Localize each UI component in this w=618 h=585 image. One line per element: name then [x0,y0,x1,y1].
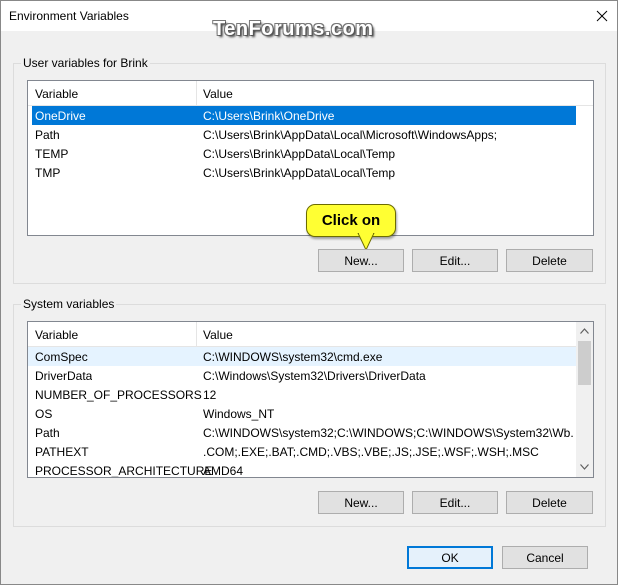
system-delete-button[interactable]: Delete [506,491,593,514]
scrollbar-thumb[interactable] [578,341,591,385]
callout-text: Click on [321,212,381,229]
variable-value: Windows_NT [203,407,275,421]
column-header-value[interactable]: Value [203,328,233,342]
table-row[interactable]: PROCESSOR_ARCHITECTURE AMD64 [28,461,576,478]
variable-name: Path [35,426,60,440]
button-label: Delete [532,253,567,268]
variable-name: ComSpec [35,350,88,364]
table-row[interactable]: TEMP C:\Users\Brink\AppData\Local\Temp [28,144,588,163]
table-row[interactable]: PATHEXT .COM;.EXE;.BAT;.CMD;.VBS;.VBE;.J… [28,442,576,461]
variable-name: PATHEXT [35,445,89,459]
user-edit-button[interactable]: Edit... [412,249,498,272]
close-icon [596,10,608,22]
column-header-variable[interactable]: Variable [35,87,78,101]
variable-name: OneDrive [35,109,86,123]
table-row[interactable]: DriverData C:\Windows\System32\Drivers\D… [28,366,576,385]
variable-value: C:\Users\Brink\AppData\Local\Microsoft\W… [203,128,498,142]
scroll-up-icon[interactable] [580,328,589,334]
variable-value: C:\WINDOWS\system32;C:\WINDOWS;C:\WINDOW… [203,426,573,440]
button-label: Edit... [439,495,471,510]
system-variables-list[interactable]: Variable Value ComSpec C:\WINDOWS\system… [27,321,594,478]
column-header-value[interactable]: Value [203,87,233,101]
close-button[interactable] [587,1,617,31]
environment-variables-dialog: Environment Variables TenForums.com User… [0,0,618,585]
scroll-down-icon[interactable] [580,464,589,470]
variable-name: PROCESSOR_ARCHITECTURE [35,464,213,478]
table-row[interactable]: OS Windows_NT [28,404,576,423]
click-on-callout: Click on [306,204,396,237]
variable-value: C:\WINDOWS\system32\cmd.exe [203,350,383,364]
variable-value: C:\Users\Brink\AppData\Local\Temp [203,166,396,180]
list-header: Variable Value [28,81,593,106]
system-new-button[interactable]: New... [318,491,404,514]
title-bar: Environment Variables TenForums.com [1,1,617,40]
table-row[interactable]: ComSpec C:\WINDOWS\system32\cmd.exe [28,347,576,366]
variable-name: Path [35,128,60,142]
button-label: New... [344,253,378,268]
cancel-button[interactable]: Cancel [502,546,588,569]
variable-value: C:\Windows\System32\Drivers\DriverData [203,369,426,383]
table-row[interactable]: OneDrive C:\Users\Brink\OneDrive [32,106,576,125]
user-variables-label: User variables for Brink [21,56,150,70]
list-header: Variable Value [28,322,576,347]
table-row[interactable]: TMP C:\Users\Brink\AppData\Local\Temp [28,163,588,182]
variable-name: OS [35,407,53,421]
variable-value: C:\Users\Brink\OneDrive [203,109,335,123]
button-label: Cancel [526,550,564,565]
column-separator[interactable] [196,322,197,346]
button-label: New... [344,495,378,510]
variable-value: C:\Users\Brink\AppData\Local\Temp [203,147,396,161]
system-edit-button[interactable]: Edit... [412,491,498,514]
user-delete-button[interactable]: Delete [506,249,593,272]
variable-value: .COM;.EXE;.BAT;.CMD;.VBS;.VBE;.JS;.JSE;.… [203,445,539,459]
variable-value: AMD64 [203,464,244,478]
system-variables-label: System variables [21,297,117,311]
variable-name: NUMBER_OF_PROCESSORS [35,388,202,402]
variable-name: TMP [35,166,61,180]
table-row[interactable]: NUMBER_OF_PROCESSORS 12 [28,385,576,404]
window-title: Environment Variables [9,9,129,23]
button-label: OK [441,550,459,565]
button-label: Delete [532,495,567,510]
variable-name: DriverData [35,369,93,383]
button-label: Edit... [439,253,471,268]
column-header-variable[interactable]: Variable [35,328,78,342]
vertical-scrollbar[interactable] [576,322,593,477]
user-new-button[interactable]: New... [318,249,404,272]
table-row[interactable]: Path C:\WINDOWS\system32;C:\WINDOWS;C:\W… [28,423,576,442]
ok-button[interactable]: OK [407,546,493,569]
variable-name: TEMP [35,147,69,161]
variable-value: 12 [203,388,217,402]
table-row[interactable]: Path C:\Users\Brink\AppData\Local\Micros… [28,125,588,144]
watermark-logo: TenForums.com [213,18,374,40]
column-separator[interactable] [196,81,197,105]
